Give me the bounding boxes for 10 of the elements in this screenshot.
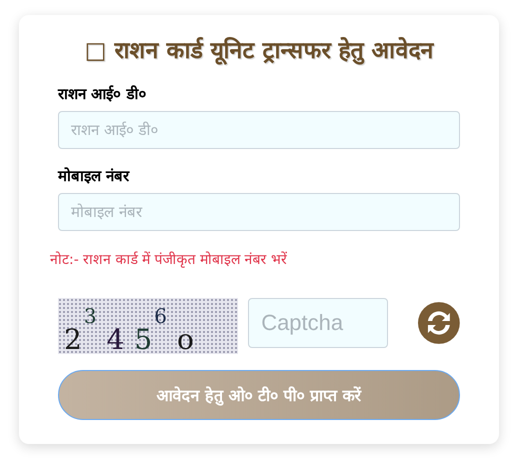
captcha-image: 2 3 4 5 6 o (58, 298, 238, 354)
input-field[interactable]: राशन आई० डी० (58, 111, 460, 149)
captcha-field[interactable]: Captcha (248, 298, 388, 348)
input-field[interactable]: मोबाइल नंबर (58, 193, 460, 231)
form-title: □ राशन कार्ड यूनिट ट्रान्सफर हेतु आवेदन (84, 36, 435, 65)
field-label: मोबाइल नंबर (58, 166, 131, 185)
field-label: राशन आई० डी० (58, 84, 148, 103)
note-text: नोट:- राशन कार्ड में पंजीकृत मोबाइल नंबर भरें (50, 250, 288, 268)
refresh-icon[interactable] (418, 302, 460, 344)
get-otp-button[interactable]: आवेदन हेतु ओ० टी० पी० प्राप्त करें (58, 370, 460, 420)
